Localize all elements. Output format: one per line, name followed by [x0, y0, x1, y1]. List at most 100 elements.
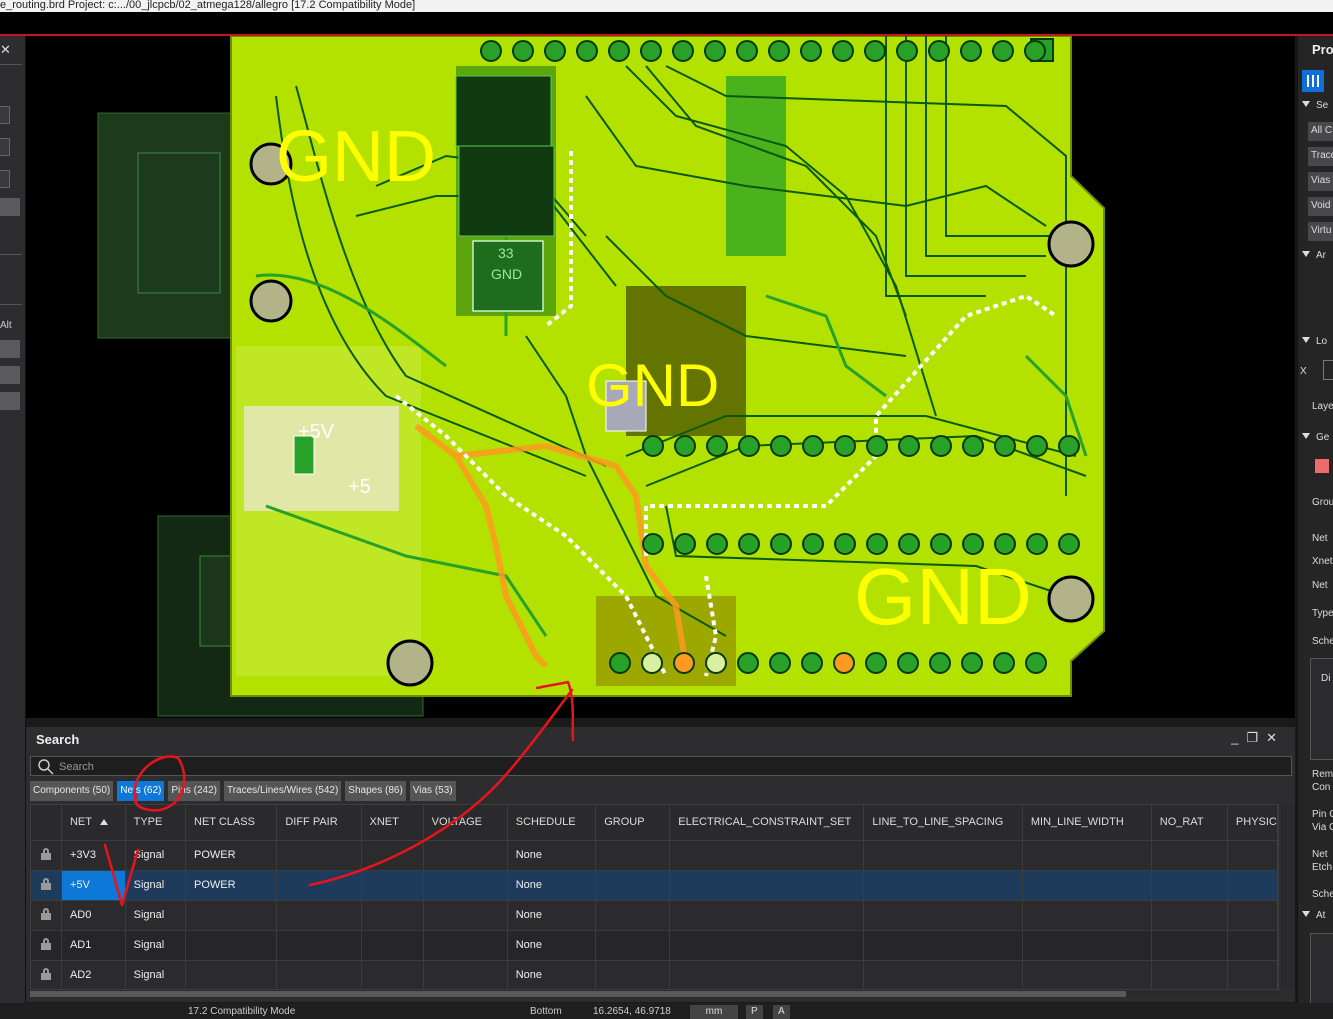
table-row[interactable]: +5V Signal POWER None: [31, 870, 1278, 901]
cell-net-class[interactable]: POWER: [185, 870, 278, 901]
section-general[interactable]: Ge: [1302, 432, 1333, 450]
empty-cell[interactable]: [669, 960, 865, 989]
empty-cell[interactable]: [669, 900, 865, 931]
empty-cell[interactable]: [1151, 870, 1228, 901]
cell-net-class[interactable]: [185, 960, 278, 989]
lock-cell[interactable]: [31, 960, 62, 989]
empty-cell[interactable]: [1227, 960, 1278, 989]
empty-cell[interactable]: [595, 840, 671, 871]
cell-diff-pair[interactable]: [276, 870, 362, 901]
section-area[interactable]: Ar: [1302, 250, 1333, 268]
cell-diff-pair[interactable]: [276, 960, 362, 989]
cell-net[interactable]: +5V: [61, 870, 126, 901]
column-header[interactable]: NET CLASS: [185, 805, 278, 841]
empty-cell[interactable]: [863, 870, 1023, 901]
color-swatch[interactable]: [1315, 459, 1329, 473]
cell-schedule[interactable]: None: [507, 930, 597, 961]
cell-xnet[interactable]: [361, 930, 424, 961]
p-button[interactable]: P: [746, 1005, 763, 1019]
cell-net-class[interactable]: [185, 930, 278, 961]
lock-cell[interactable]: [31, 840, 62, 871]
empty-cell[interactable]: [1227, 930, 1278, 961]
cell-net-class[interactable]: POWER: [185, 840, 278, 871]
cell-diff-pair[interactable]: [276, 900, 362, 931]
empty-cell[interactable]: [863, 900, 1023, 931]
cell-schedule[interactable]: None: [507, 960, 597, 989]
empty-cell[interactable]: [863, 960, 1023, 989]
table-row[interactable]: AD1 Signal None: [31, 930, 1278, 961]
column-header[interactable]: XNET: [361, 805, 424, 841]
minimize-icon[interactable]: _: [1231, 730, 1246, 745]
tab-nets[interactable]: Nets (62): [117, 781, 165, 801]
cell-xnet[interactable]: [361, 960, 424, 989]
empty-cell[interactable]: [1227, 900, 1278, 931]
x-input[interactable]: [1323, 360, 1333, 380]
column-header[interactable]: DIFF PAIR: [276, 805, 362, 841]
attributes-box[interactable]: [1310, 933, 1333, 1013]
lock-cell[interactable]: [31, 900, 62, 931]
empty-cell[interactable]: [1151, 840, 1228, 871]
vertical-scrollbar[interactable]: [1281, 804, 1295, 990]
cell-xnet[interactable]: [361, 900, 424, 931]
empty-cell[interactable]: [1151, 960, 1228, 989]
empty-cell[interactable]: [595, 930, 671, 961]
scroll-thumb[interactable]: [30, 991, 1126, 997]
filter-all[interactable]: All C: [1308, 122, 1333, 141]
cell-diff-pair[interactable]: [276, 930, 362, 961]
empty-cell[interactable]: [1022, 870, 1152, 901]
tab-shapes[interactable]: Shapes (86): [345, 781, 406, 801]
table-row[interactable]: AD0 Signal None: [31, 900, 1278, 931]
filter-virtual[interactable]: Virtu: [1308, 222, 1333, 241]
cell-xnet[interactable]: [361, 840, 424, 871]
empty-cell[interactable]: [863, 930, 1023, 961]
cell-schedule[interactable]: None: [507, 900, 597, 931]
lock-cell[interactable]: [31, 930, 62, 961]
cell-type[interactable]: Signal: [125, 960, 187, 989]
empty-cell[interactable]: [1022, 900, 1152, 931]
cell-voltage[interactable]: [423, 960, 508, 989]
section-selection[interactable]: Se: [1302, 100, 1333, 118]
section-attributes[interactable]: At: [1302, 910, 1333, 928]
cell-net[interactable]: AD2: [61, 960, 126, 989]
left-dropdown-2[interactable]: [0, 170, 10, 188]
cell-schedule[interactable]: None: [507, 840, 597, 871]
empty-cell[interactable]: [863, 840, 1023, 871]
empty-cell[interactable]: [1227, 840, 1278, 871]
empty-cell[interactable]: [1022, 930, 1152, 961]
cell-type[interactable]: Signal: [125, 840, 187, 871]
pcb-canvas[interactable]: GND GND GND 33 GND +5V +5: [26, 36, 1295, 718]
search-input[interactable]: Search: [30, 756, 1292, 776]
restore-icon[interactable]: ❐: [1246, 730, 1266, 745]
empty-cell[interactable]: [1151, 900, 1228, 931]
column-header[interactable]: VOLTAGE: [423, 805, 508, 841]
cell-schedule[interactable]: None: [507, 870, 597, 901]
empty-cell[interactable]: [1227, 870, 1278, 901]
tab-components[interactable]: Components (50): [30, 781, 114, 801]
empty-cell[interactable]: [1022, 960, 1152, 989]
horizontal-scrollbar[interactable]: [30, 990, 1279, 998]
left-button-3[interactable]: [0, 366, 20, 384]
left-button-1[interactable]: [0, 198, 20, 216]
units-button[interactable]: mm: [690, 1005, 738, 1019]
empty-cell[interactable]: [669, 870, 865, 901]
cell-type[interactable]: Signal: [125, 870, 187, 901]
column-header[interactable]: SCHEDULE: [507, 805, 597, 841]
column-header[interactable]: MIN_LINE_WIDTH: [1022, 805, 1152, 841]
cell-voltage[interactable]: [423, 840, 508, 871]
empty-cell[interactable]: [595, 960, 671, 989]
column-header[interactable]: NET: [61, 805, 126, 841]
filter-traces[interactable]: Trace: [1308, 147, 1333, 166]
column-header[interactable]: PHYSIC: [1227, 805, 1278, 841]
cell-voltage[interactable]: [423, 870, 508, 901]
table-row[interactable]: +3V3 Signal POWER None: [31, 840, 1278, 871]
cell-diff-pair[interactable]: [276, 840, 362, 871]
description-box[interactable]: Di: [1310, 658, 1333, 760]
empty-cell[interactable]: [595, 870, 671, 901]
cell-type[interactable]: Signal: [125, 930, 187, 961]
left-button-4[interactable]: [0, 392, 20, 410]
filter-voids[interactable]: Void: [1308, 197, 1333, 216]
cell-net[interactable]: +3V3: [61, 840, 126, 871]
empty-cell[interactable]: [669, 840, 865, 871]
close-icon[interactable]: ✕: [1266, 730, 1285, 745]
filter-vias[interactable]: Vias: [1308, 172, 1333, 191]
